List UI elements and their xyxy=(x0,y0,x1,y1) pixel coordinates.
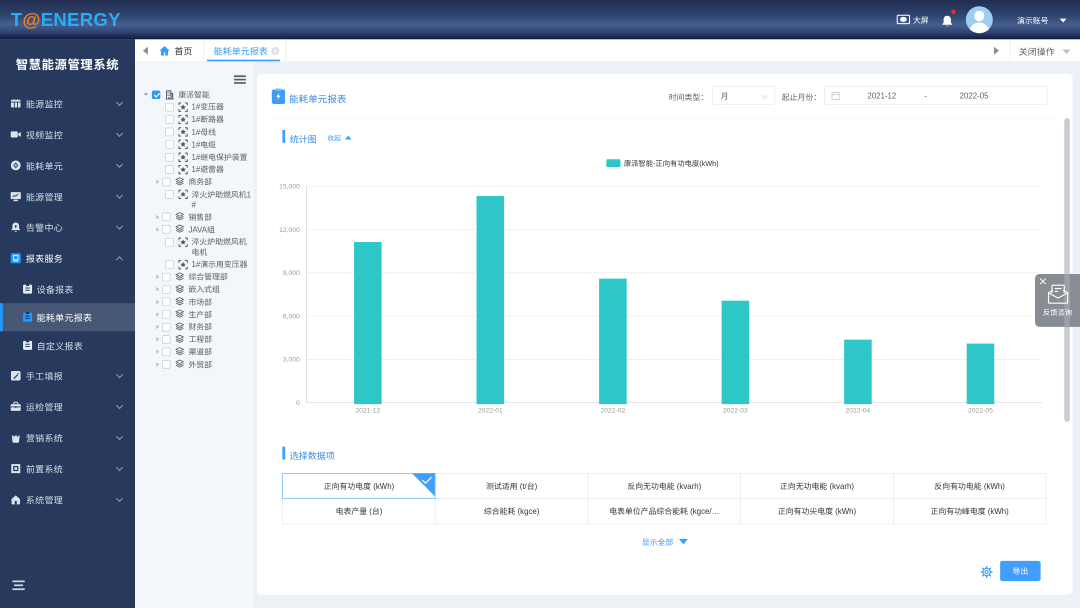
svg-text:2022-03: 2022-03 xyxy=(723,407,748,414)
svg-text:康派智能-正向有功电度(kWh): 康派智能-正向有功电度(kWh) xyxy=(624,159,719,168)
svg-text:2022-02: 2022-02 xyxy=(601,407,626,414)
svg-text:9,000: 9,000 xyxy=(283,270,300,277)
svg-text:15,000: 15,000 xyxy=(279,183,300,190)
svg-text:2022-04: 2022-04 xyxy=(846,407,871,414)
svg-text:6,000: 6,000 xyxy=(283,313,300,320)
svg-text:2021-12: 2021-12 xyxy=(355,407,380,414)
svg-text:2022-05: 2022-05 xyxy=(968,407,993,414)
svg-text:2022-01: 2022-01 xyxy=(478,407,503,414)
svg-text:0: 0 xyxy=(296,400,300,407)
svg-text:12,000: 12,000 xyxy=(279,227,300,234)
svg-text:3,000: 3,000 xyxy=(283,357,300,364)
